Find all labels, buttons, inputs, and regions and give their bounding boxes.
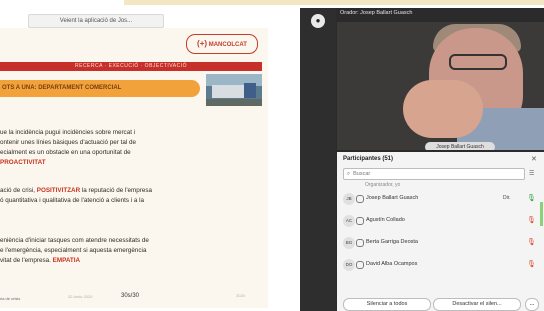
slide-footer-right: 2020 bbox=[236, 293, 245, 298]
truck-photo bbox=[206, 74, 262, 106]
search-icon: ⌕ bbox=[347, 171, 351, 177]
sort-icon[interactable]: ☰ bbox=[529, 170, 534, 177]
participant-name: Berta Garriga Deosta bbox=[366, 239, 418, 245]
mic-off-icon[interactable]: 🎙 bbox=[527, 260, 536, 268]
participants-header: Participantes (51) bbox=[343, 156, 394, 162]
slide-section-band: OTS A UNA: DEPARTAMENT COMERCIAL bbox=[0, 80, 200, 97]
status-icon bbox=[356, 239, 364, 247]
keyword-empatia: EMPATIA bbox=[52, 257, 81, 264]
slide-red-band: RECERCA · EXECUCIÓ · OBJECTIVACIÓ bbox=[0, 62, 262, 71]
mic-off-icon[interactable]: 🎙 bbox=[527, 238, 536, 246]
slide-footer-date: 32-iunio-2020 bbox=[68, 294, 93, 299]
mic-on-icon[interactable]: 🎙 bbox=[527, 194, 536, 202]
speaking-indicator bbox=[540, 202, 543, 226]
participant-role: Dir. bbox=[503, 195, 511, 201]
participant-row[interactable]: BG Berta Garriga Deosta 🎙 bbox=[343, 236, 538, 250]
participant-name: David Alba Ocampos bbox=[366, 261, 418, 267]
slide-section-title: OTS A UNA: DEPARTAMENT COMERCIAL bbox=[2, 85, 122, 91]
top-highlight-strip bbox=[124, 0, 544, 5]
meeting-panel: ● Orador: Josep Ballart Guasch Josep Bal… bbox=[300, 8, 544, 311]
presentation-slide: (+) MANCOLCAT RECERCA · EXECUCIÓ · OBJEC… bbox=[0, 28, 268, 308]
camera-icon[interactable]: ● bbox=[311, 14, 325, 28]
logo-text: MANCOLCAT bbox=[208, 42, 247, 48]
status-icon bbox=[356, 195, 364, 203]
slide-paragraph-2: ació de crisi, POSITIVITZAR la reputació… bbox=[0, 187, 153, 204]
shared-screen: Veient la aplicació de Jos... (+) MANCOL… bbox=[0, 8, 280, 311]
unmute-button[interactable]: Desactivar el silen... bbox=[433, 298, 521, 311]
speaker-video[interactable]: Josep Ballart Guasch bbox=[337, 22, 544, 150]
logo-mark: (+) bbox=[197, 39, 208, 48]
status-icon bbox=[356, 217, 364, 225]
participant-row[interactable]: DO David Alba Ocampos 🎙 bbox=[343, 258, 538, 272]
close-icon[interactable]: ✕ bbox=[531, 155, 537, 163]
avatar: AC bbox=[343, 215, 355, 227]
slide-page-number: 30s/30 bbox=[121, 293, 140, 299]
mic-off-icon[interactable]: 🎙 bbox=[527, 216, 536, 224]
more-options-button[interactable]: ... bbox=[525, 298, 539, 311]
mute-all-button[interactable]: Silenciar a todos bbox=[343, 298, 431, 311]
sharing-indicator[interactable]: Veient la aplicació de Jos... bbox=[28, 14, 164, 28]
keyword-positivitzar: POSITIVITZAR bbox=[36, 187, 81, 194]
avatar: DO bbox=[343, 259, 355, 271]
avatar: JB bbox=[343, 193, 355, 205]
participant-row[interactable]: AC Agustín Collado 🎙 bbox=[343, 214, 538, 228]
participant-row[interactable]: JB Josep Ballart Guasch Dir. 🎙 bbox=[343, 192, 538, 206]
slide-paragraph-1: ue la incidència pugui incidències sobre… bbox=[0, 129, 136, 166]
keyword-proactivitat: PROACTIVITAT bbox=[0, 159, 46, 166]
slide-red-band-text: RECERCA · EXECUCIÓ · OBJECTIVACIÓ bbox=[75, 63, 187, 69]
slide-footer-left: ria de crisis bbox=[0, 296, 21, 301]
participant-name: Agustín Collado bbox=[366, 217, 405, 223]
speaker-label: Orador: Josep Ballart Guasch bbox=[340, 10, 413, 16]
participants-search-input[interactable]: ⌕ Buscar bbox=[343, 168, 525, 180]
company-logo: (+) MANCOLCAT bbox=[186, 34, 258, 54]
status-icon bbox=[356, 261, 364, 269]
participant-name: Josep Ballart Guasch bbox=[366, 195, 419, 201]
slide-paragraph-3: eniència d'iniciar tasques com atendre n… bbox=[0, 237, 149, 264]
avatar: BG bbox=[343, 237, 355, 249]
video-name-tag: Josep Ballart Guasch bbox=[425, 142, 495, 150]
participants-panel: Participantes (51) ✕ ⌕ Buscar ☰ Organizad… bbox=[337, 152, 544, 311]
meeting-rail: ● bbox=[300, 8, 336, 311]
organizer-label: Organizador, yo bbox=[365, 182, 401, 188]
